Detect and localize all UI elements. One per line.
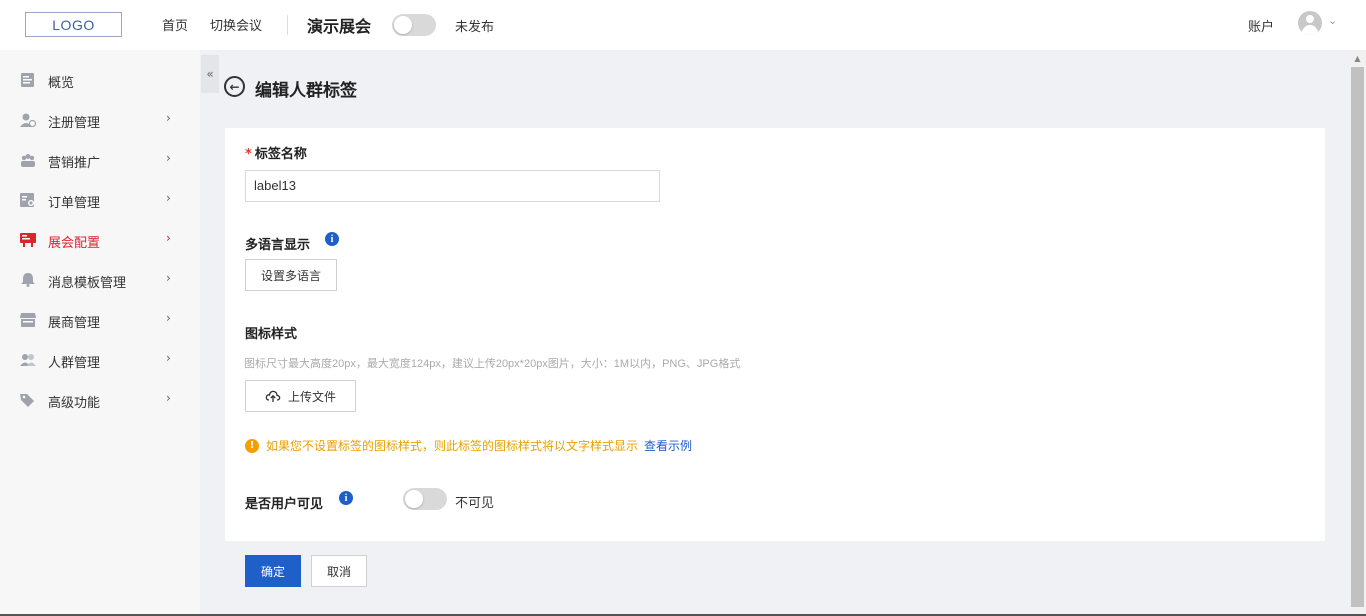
event-title: 演示展会 (307, 17, 372, 36)
info-icon[interactable]: i (325, 232, 339, 246)
nav-home-link[interactable]: 首页 (162, 15, 188, 34)
account-menu-label[interactable]: 账户 (1248, 16, 1274, 35)
tag-name-input[interactable]: label13 (245, 170, 660, 202)
chevron-right-icon: › (166, 351, 171, 365)
chevron-right-icon: › (166, 191, 171, 205)
user-visible-toggle[interactable] (403, 488, 447, 510)
sidebar-item-label: 消息模板管理 (48, 276, 127, 291)
warning-row: ! 如果您不设置标签的图标样式，则此标签的图标样式将以文字样式显示 查看示例 (245, 437, 692, 454)
sidebar-item-marketing[interactable]: 营销推广 › (0, 140, 200, 180)
chevron-down-icon[interactable]: ⌄ (1328, 14, 1337, 27)
store-icon (20, 313, 36, 327)
tag-name-label: * 标签名称 (245, 143, 307, 162)
page-scrollbar[interactable]: ▲ (1349, 50, 1366, 616)
chevron-right-icon: › (166, 111, 171, 125)
back-icon[interactable]: ← (224, 76, 245, 97)
scroll-up-icon[interactable]: ▲ (1349, 50, 1366, 67)
confirm-button[interactable]: 确定 (245, 555, 301, 587)
cancel-button[interactable]: 取消 (311, 555, 367, 587)
info-icon[interactable]: i (339, 491, 353, 505)
publish-status: 未发布 (455, 20, 495, 35)
user-visible-status: 不可见 (455, 496, 495, 511)
tag-name-label-text: 标签名称 (254, 147, 307, 162)
sidebar-item-label: 营销推广 (48, 156, 101, 171)
bell-icon (21, 273, 35, 287)
top-header: LOGO 首页 切换会议 演示展会 未发布 账户 ⌄ (0, 0, 1366, 50)
icon-size-hint: 图标尺寸最大高度20px，最大宽度124px，建议上传20px*20px图片，大… (244, 358, 741, 370)
multilang-label: 多语言显示 (245, 238, 311, 253)
required-mark: * (245, 147, 252, 162)
icon-style-label: 图标样式 (245, 327, 298, 342)
people-icon (20, 354, 36, 366)
cloud-upload-icon (265, 390, 281, 402)
registration-icon (20, 113, 36, 127)
scrollbar-thumb[interactable] (1351, 67, 1364, 607)
logo[interactable]: LOGO (25, 12, 122, 37)
upload-file-label: 上传文件 (287, 389, 336, 404)
avatar-icon[interactable] (1298, 11, 1322, 35)
sidebar-item-crowd[interactable]: 人群管理 › (0, 340, 200, 380)
sidebar: 概览 注册管理 › 营销推广 › 订单管理 › 展会配置 › 消息模板管理 › … (0, 50, 200, 616)
marketing-icon (21, 154, 35, 167)
set-multilang-button[interactable]: 设置多语言 (245, 259, 337, 291)
order-icon (20, 193, 34, 207)
toggle-knob (394, 16, 412, 34)
page-title: 编辑人群标签 (255, 81, 357, 101)
sidebar-item-label: 人群管理 (48, 356, 101, 371)
exhibition-config-icon (20, 233, 36, 247)
warning-text: 如果您不设置标签的图标样式，则此标签的图标样式将以文字样式显示 (266, 439, 639, 453)
user-visible-label: 是否用户可见 (245, 497, 324, 512)
toggle-knob (405, 490, 423, 508)
overview-icon (21, 73, 34, 87)
chevron-right-icon: › (166, 151, 171, 165)
form-card: * 标签名称 label13 多语言显示 i 设置多语言 图标样式 图标尺寸最大高… (225, 128, 1325, 541)
sidebar-item-label: 概览 (48, 76, 75, 91)
warning-icon: ! (245, 438, 259, 453)
sidebar-item-label: 展会配置 (48, 236, 101, 251)
sidebar-item-label: 展商管理 (48, 316, 101, 331)
sidebar-item-order[interactable]: 订单管理 › (0, 180, 200, 220)
sidebar-item-exhibitor[interactable]: 展商管理 › (0, 300, 200, 340)
sidebar-item-advanced[interactable]: 高级功能 › (0, 380, 200, 420)
sidebar-item-overview[interactable]: 概览 (0, 60, 200, 100)
tag-icon (20, 394, 34, 407)
chevron-right-icon: › (166, 231, 171, 245)
chevron-right-icon: › (166, 271, 171, 285)
sidebar-collapse-button[interactable]: « (201, 55, 219, 93)
sidebar-item-label: 高级功能 (48, 396, 101, 411)
sidebar-item-label: 注册管理 (48, 116, 101, 131)
view-example-link[interactable]: 查看示例 (644, 437, 692, 454)
sidebar-item-label: 订单管理 (48, 196, 101, 211)
sidebar-item-exhibition-config[interactable]: 展会配置 › (0, 220, 200, 260)
sidebar-item-message-template[interactable]: 消息模板管理 › (0, 260, 200, 300)
nav-divider (287, 15, 288, 35)
upload-file-button[interactable]: 上传文件 (245, 380, 356, 412)
sidebar-item-registration[interactable]: 注册管理 › (0, 100, 200, 140)
publish-toggle[interactable] (392, 14, 436, 36)
chevron-right-icon: › (166, 391, 171, 405)
nav-switch-conference-link[interactable]: 切换会议 (210, 15, 262, 34)
chevron-right-icon: › (166, 311, 171, 325)
